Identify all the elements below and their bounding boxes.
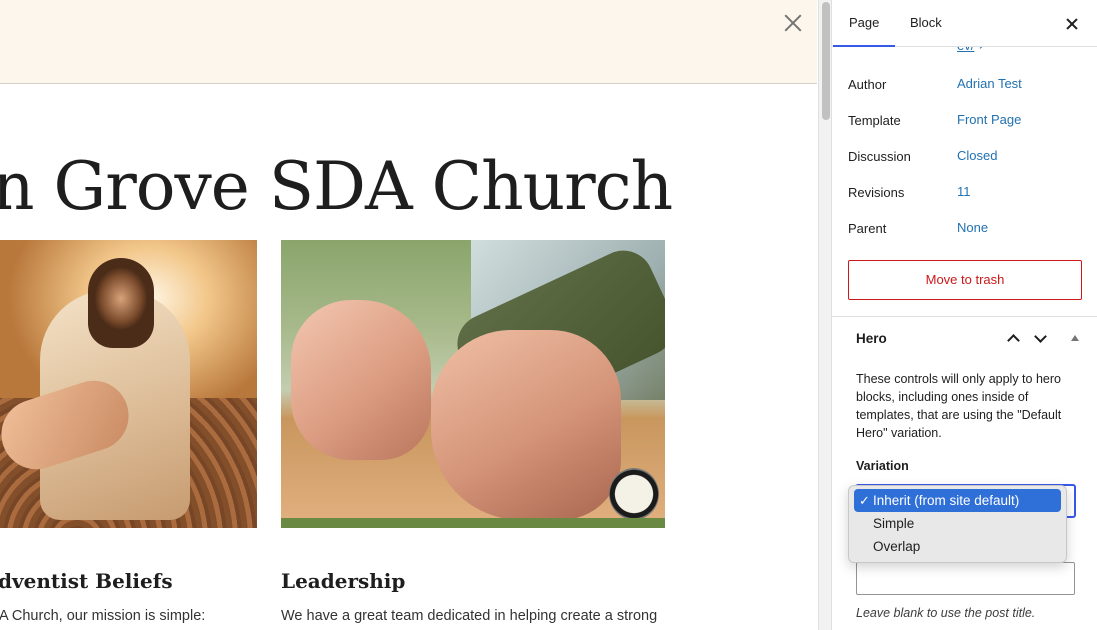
jesus-image[interactable] [0, 240, 257, 528]
close-icon[interactable] [1064, 16, 1080, 32]
watch-graphic [609, 468, 659, 520]
variation-dropdown[interactable]: ✓ Inherit (from site default) Simple Ove… [848, 485, 1067, 563]
column-heading[interactable]: Leadership [281, 569, 405, 593]
discussion-value[interactable]: Closed [957, 148, 997, 163]
template-label: Template [848, 113, 901, 128]
template-value[interactable]: Front Page [957, 112, 1021, 127]
author-label: Author [848, 77, 887, 92]
variation-label: Variation [856, 459, 909, 473]
column-text[interactable]: We have a great team dedicated in helpin… [281, 605, 657, 627]
discussion-label: Discussion [848, 149, 911, 164]
option-overlap[interactable]: Overlap [854, 535, 1061, 558]
tab-page[interactable]: Page [833, 0, 896, 47]
move-to-trash-button[interactable]: Move to trash [848, 260, 1082, 300]
hands-graphic-left [291, 300, 431, 460]
hands-graphic-right [431, 330, 621, 520]
parent-label: Parent [848, 221, 887, 236]
checkmark-icon: ✓ [859, 493, 870, 508]
option-label: Inherit (from site default) [873, 493, 1020, 508]
option-label: Simple [873, 516, 915, 531]
table-edge-graphic [281, 518, 665, 528]
hero-panel-description: These controls will only apply to hero b… [856, 372, 1062, 440]
close-icon[interactable] [782, 12, 804, 34]
editor-canvas[interactable]: n Grove SDA Church dventist Beliefs Lead… [0, 0, 817, 630]
revisions-label: Revisions [848, 185, 905, 200]
chevron-up-icon[interactable] [1006, 333, 1020, 345]
praying-hands-image[interactable] [281, 240, 665, 528]
chevron-down-icon[interactable] [1033, 333, 1047, 345]
head-graphic [88, 258, 154, 348]
tab-block[interactable]: Block [894, 0, 958, 47]
help-text: Leave blank to use the post title. [856, 606, 1036, 620]
hero-panel-title[interactable]: Hero [856, 331, 887, 346]
revisions-value[interactable]: 11 [957, 184, 971, 199]
collapse-triangle-icon[interactable] [1071, 335, 1079, 341]
sidebar-tabs: Page Block [832, 0, 1097, 47]
parent-value[interactable]: None [957, 220, 988, 235]
hero-title-input[interactable] [856, 562, 1075, 595]
option-inherit[interactable]: ✓ Inherit (from site default) [854, 489, 1061, 512]
option-simple[interactable]: Simple [854, 512, 1061, 535]
site-title[interactable]: n Grove SDA Church [0, 148, 673, 225]
notice-banner [0, 0, 817, 84]
panel-divider [832, 316, 1097, 317]
scrollbar-thumb[interactable] [822, 2, 830, 120]
column-text[interactable]: A Church, our mission is simple: [0, 605, 205, 627]
author-value[interactable]: Adrian Test [957, 76, 1022, 91]
canvas-scrollbar[interactable] [818, 0, 831, 630]
column-heading[interactable]: dventist Beliefs [0, 569, 173, 593]
option-label: Overlap [873, 539, 921, 554]
